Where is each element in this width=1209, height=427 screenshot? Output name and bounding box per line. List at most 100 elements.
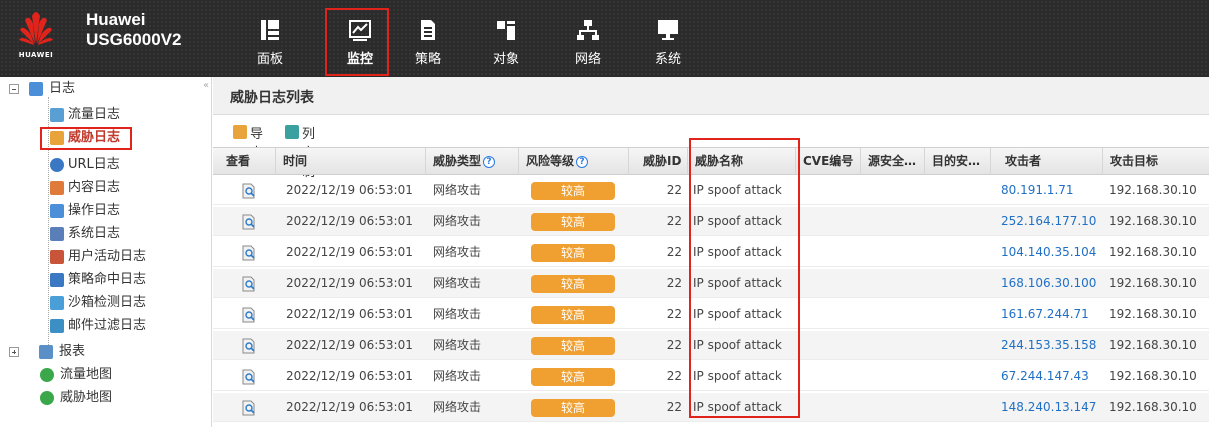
risk-level-badge: 较高 (531, 244, 615, 262)
cell-threat-name: IP spoof attack (693, 338, 782, 352)
cell-threat-type: 网络攻击 (433, 307, 482, 321)
col-risk-level[interactable]: 风险等级? (519, 148, 629, 175)
col-target[interactable]: 攻击目标 (1103, 148, 1209, 175)
cell-time: 2022/12/19 06:53:01 (286, 183, 413, 197)
cell-attacker-link[interactable]: 168.106.30.100 (1001, 269, 1096, 298)
table-row[interactable]: 2022/12/19 06:53:01 网络攻击 较高 22 IP spoof … (213, 331, 1209, 360)
top-bar: HUAWEI Huawei USG6000V2 面板 监控 策略 对象 网络 系… (0, 0, 1209, 77)
col-src-zone[interactable]: 源安全… (861, 148, 925, 175)
cell-threat-type: 网络攻击 (433, 369, 482, 383)
tree-item-label: 系统日志 (68, 226, 121, 241)
toolbar: 导出 列定制 (213, 115, 1209, 180)
tree-item-label: 内容日志 (68, 180, 121, 195)
col-time[interactable]: 时间 (276, 148, 426, 175)
col-view[interactable]: 查看 (213, 148, 276, 175)
policy-icon (421, 20, 435, 40)
table-row[interactable]: 2022/12/19 06:53:01 网络攻击 较高 22 IP spoof … (213, 238, 1209, 267)
expand-icon[interactable] (9, 347, 19, 357)
huawei-petal-icon (19, 12, 53, 45)
panel-header: 威胁日志列表 (213, 77, 1209, 115)
cell-attacker-link[interactable]: 161.67.244.71 (1001, 300, 1089, 329)
col-threat-id[interactable]: 威胁ID (629, 148, 688, 175)
threat-map-icon (40, 391, 54, 405)
table-row[interactable]: 2022/12/19 06:53:01 网络攻击 较高 22 IP spoof … (213, 176, 1209, 205)
col-threat-type[interactable]: 威胁类型? (426, 148, 519, 175)
traffic-map-icon (40, 368, 54, 382)
cell-threat-type: 网络攻击 (433, 183, 482, 197)
risk-level-badge: 较高 (531, 337, 615, 355)
cell-attacker-link[interactable]: 67.244.147.43 (1001, 362, 1089, 391)
traffic-log-icon (50, 108, 64, 122)
nav-system[interactable]: 系统 (638, 12, 698, 72)
view-detail-icon[interactable] (241, 214, 257, 230)
cell-threat-id: 22 (666, 183, 682, 197)
view-detail-icon[interactable] (241, 369, 257, 385)
help-icon[interactable]: ? (483, 156, 496, 168)
cell-threat-name: IP spoof attack (693, 245, 782, 259)
view-detail-icon[interactable] (241, 307, 257, 323)
cell-threat-id: 22 (666, 245, 682, 259)
view-detail-icon[interactable] (241, 338, 257, 354)
cell-time: 2022/12/19 06:53:01 (286, 307, 413, 321)
cell-threat-id: 22 (666, 400, 682, 414)
nav-monitor[interactable]: 监控 (330, 12, 390, 72)
table-row[interactable]: 2022/12/19 06:53:01 网络攻击 较高 22 IP spoof … (213, 300, 1209, 329)
view-detail-icon[interactable] (241, 276, 257, 292)
network-icon (577, 20, 599, 40)
collapse-tree-icon[interactable]: « (203, 80, 209, 91)
log-folder-icon (29, 82, 43, 96)
policy-hit-log-icon (50, 273, 64, 287)
nav-dashboard-label: 面板 (256, 52, 283, 67)
view-detail-icon[interactable] (241, 183, 257, 199)
cell-threat-id: 22 (666, 369, 682, 383)
nav-policy[interactable]: 策略 (398, 12, 458, 72)
risk-level-badge: 较高 (531, 399, 615, 417)
nav-monitor-label: 监控 (346, 52, 373, 67)
cell-attacker-link[interactable]: 80.191.1.71 (1001, 176, 1074, 205)
nav-dashboard[interactable]: 面板 (240, 12, 300, 72)
col-threat-name[interactable]: 威胁名称 (688, 148, 796, 175)
nav-network-label: 网络 (574, 52, 601, 67)
collapse-icon[interactable] (9, 84, 19, 94)
cell-attacker-link[interactable]: 244.153.35.158 (1001, 331, 1096, 360)
col-risk-level-label: 风险等级 (526, 154, 575, 168)
nav-network[interactable]: 网络 (558, 12, 618, 72)
cell-threat-name: IP spoof attack (693, 307, 782, 321)
system-icon (658, 20, 678, 40)
cell-target: 192.168.30.10 (1109, 400, 1197, 414)
risk-level-badge: 较高 (531, 213, 615, 231)
cell-attacker-link[interactable]: 252.164.177.10 (1001, 207, 1096, 236)
tree-node-logs[interactable]: 日志 (9, 79, 189, 99)
navigation-tree: « 日志 流量日志 威胁日志 URL日志 内容日志 操作日志 系统日志 用户活动… (0, 77, 212, 427)
panel-title: 威胁日志列表 (230, 90, 314, 106)
table-row[interactable]: 2022/12/19 06:53:01 网络攻击 较高 22 IP spoof … (213, 362, 1209, 391)
cell-threat-id: 22 (666, 338, 682, 352)
cell-time: 2022/12/19 06:53:01 (286, 338, 413, 352)
cell-target: 192.168.30.10 (1109, 307, 1197, 321)
tree-node-reports[interactable]: 报表 (9, 342, 189, 362)
cell-attacker-link[interactable]: 148.240.13.147 (1001, 393, 1096, 422)
tree-connector (48, 97, 49, 351)
nav-object-label: 对象 (492, 52, 519, 67)
col-cve[interactable]: CVE编号 (796, 148, 861, 175)
view-detail-icon[interactable] (241, 400, 257, 416)
col-dst-zone[interactable]: 目的安… (925, 148, 991, 175)
tree-item-label: 用户活动日志 (68, 249, 147, 264)
columns-icon (285, 125, 299, 139)
view-detail-icon[interactable] (241, 245, 257, 261)
threat-log-icon (50, 131, 64, 145)
threat-log-panel: 威胁日志列表 导出 列定制 查看 时间 威胁类型? 风险等级? 威胁ID 威胁名… (213, 77, 1209, 427)
cell-target: 192.168.30.10 (1109, 369, 1197, 383)
nav-object[interactable]: 对象 (476, 12, 536, 72)
table-row[interactable]: 2022/12/19 06:53:01 网络攻击 较高 22 IP spoof … (213, 269, 1209, 298)
cell-attacker-link[interactable]: 104.140.35.104 (1001, 238, 1096, 267)
cell-threat-id: 22 (666, 307, 682, 321)
tree-item-label: 策略命中日志 (68, 272, 147, 287)
table-row[interactable]: 2022/12/19 06:53:01 网络攻击 较高 22 IP spoof … (213, 207, 1209, 236)
cell-threat-type: 网络攻击 (433, 338, 482, 352)
table-header: 查看 时间 威胁类型? 风险等级? 威胁ID 威胁名称 CVE编号 源安全… 目… (213, 147, 1209, 175)
table-row[interactable]: 2022/12/19 06:53:01 网络攻击 较高 22 IP spoof … (213, 393, 1209, 422)
object-icon (497, 21, 515, 40)
col-attacker[interactable]: 攻击者 (991, 148, 1103, 175)
help-icon[interactable]: ? (576, 156, 589, 168)
